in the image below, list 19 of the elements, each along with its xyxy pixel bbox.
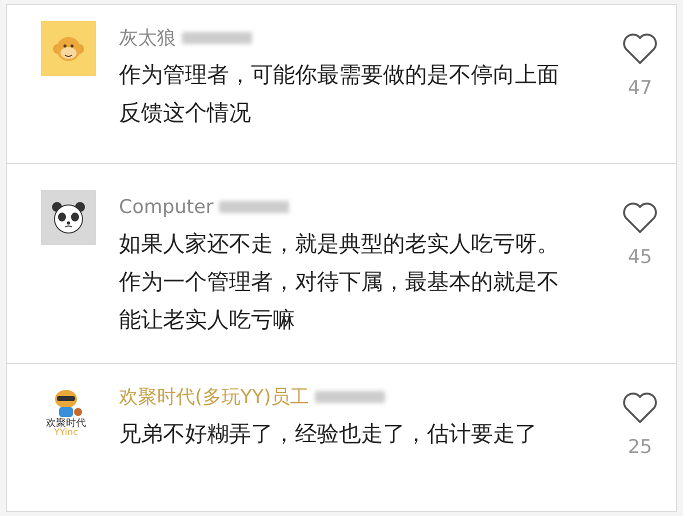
comment-text: 作为管理者，可能你最需要做的是不停向上面反馈这个情况 <box>119 62 559 128</box>
author-name[interactable]: 欢聚时代(多玩YY)员工 <box>119 384 310 410</box>
heart-icon[interactable] <box>622 392 658 424</box>
heart-icon[interactable] <box>622 202 658 234</box>
author-name[interactable]: Computer <box>119 196 214 218</box>
logo-text: 欢聚时代 <box>46 418 86 429</box>
like-count: 47 <box>628 77 652 99</box>
comment-text: 兄弟不好糊弄了，经验也走了，估计要走了 <box>119 421 538 449</box>
like-count: 25 <box>628 436 652 458</box>
like-count: 45 <box>628 246 652 268</box>
comment-text: 如果人家还不走，就是典型的老实人吃亏呀。作为一个管理者，对待下属，最基本的就是不能让老实人吃亏嘛 <box>119 231 559 335</box>
heart-icon[interactable] <box>622 33 658 65</box>
logo-subtext: YYinc <box>54 429 78 438</box>
blurred-block <box>315 391 386 403</box>
blurred-block <box>182 32 252 44</box>
panda-avatar-icon <box>41 190 96 245</box>
monkey-avatar-icon <box>41 21 96 76</box>
blurred-block <box>219 201 290 213</box>
author-name[interactable]: 灰太狼 <box>119 25 176 51</box>
